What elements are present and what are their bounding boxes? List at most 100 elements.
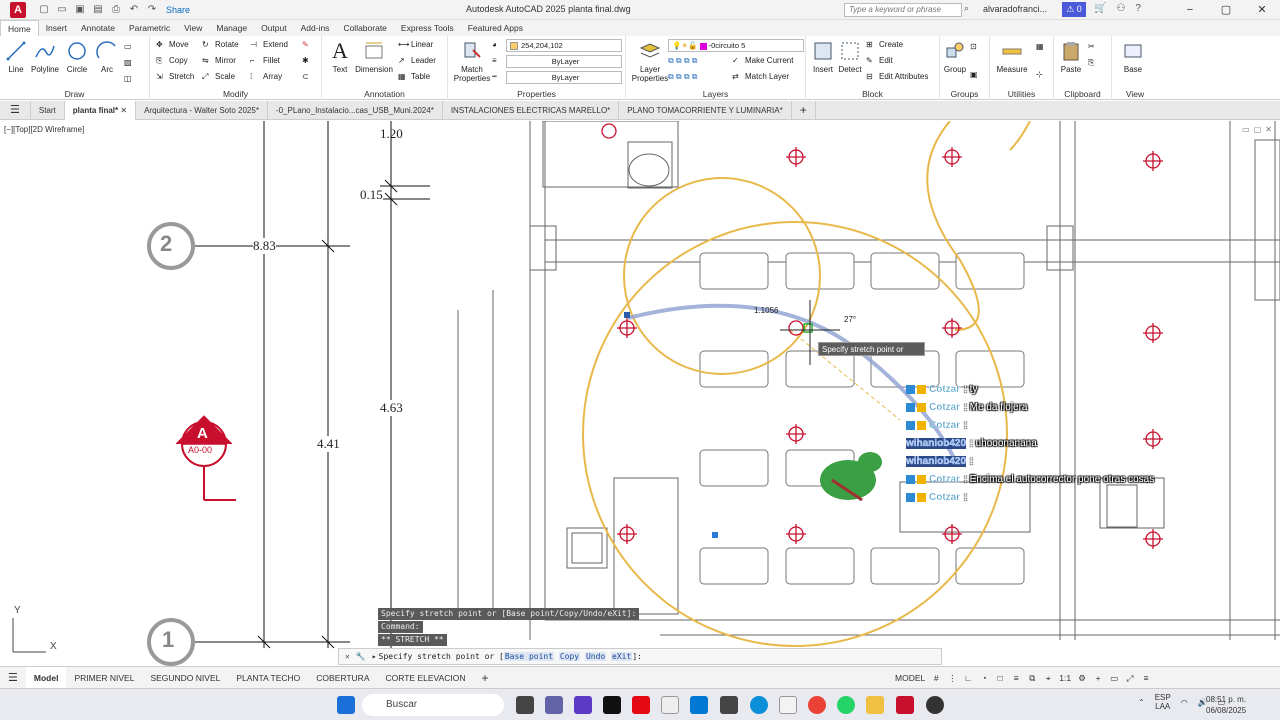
paste-button[interactable]: Paste [1058,40,1084,74]
fullscreen-icon[interactable]: ⤢ [1125,673,1135,684]
gradient-icon[interactable]: ◫ [124,74,132,83]
undo-icon[interactable]: ↶ [128,4,140,15]
new-tab-button[interactable]: + [792,100,816,120]
customize-menu-icon[interactable]: ≡ [1141,673,1151,683]
connect-icon[interactable]: ⚇ [1116,3,1125,14]
tab-parametric[interactable]: Parametric [122,20,177,36]
obs-icon[interactable] [926,696,944,714]
layout-tab-model[interactable]: Model [25,666,67,689]
scale-button[interactable]: ⤢ Scale [202,72,235,82]
snap-icon[interactable]: ⋮ [947,673,957,684]
make-current-button[interactable]: ✓ Make Current [732,56,793,66]
search-icon[interactable]: ⌕ [964,3,978,17]
language-indicator[interactable]: ESP LAA [1155,693,1171,711]
base-button[interactable]: Base [1120,40,1146,74]
match-layer-button[interactable]: ⇄ Match Layer [732,72,789,82]
print-icon[interactable]: ⎙ [110,4,122,15]
layout-tab[interactable]: PLANTA TECHO [228,667,308,689]
measure-button[interactable]: Measure [994,40,1030,74]
extend-button[interactable]: ⊣ Extend [250,40,288,50]
layout-tab[interactable]: SEGUNDO NIVEL [142,667,228,689]
taskbar-search[interactable]: Buscar [362,694,504,716]
user-account[interactable]: alvaradofranci... [983,4,1047,14]
minimize-button[interactable]: − [1172,0,1208,20]
layout-tab[interactable]: CORTE ELEVACION [378,667,474,689]
copy-button[interactable]: ⎘ Copy [156,56,188,66]
viewport-minimize-icon[interactable]: ▭ [1242,125,1250,134]
layout-menu-icon[interactable]: ☰ [0,667,26,689]
save-as-icon[interactable]: ▤ [92,4,104,15]
notepad-icon[interactable] [779,696,797,714]
notion-icon[interactable] [574,696,592,714]
layers-panel-title[interactable]: Layers [626,89,805,99]
ortho-icon[interactable]: ∟ [963,673,973,683]
quick-calc-icon[interactable]: ▦ [1036,42,1044,51]
model-space-toggle[interactable]: MODEL [895,673,925,683]
tab-output[interactable]: Output [254,20,294,36]
redo-icon[interactable]: ↷ [146,4,158,15]
group-select-icon[interactable]: ▣ [970,70,978,79]
erase-icon[interactable]: ✎ [302,40,309,49]
polar-icon[interactable]: ◔ [979,673,989,683]
layout-tab[interactable]: PRIMER NIVEL [66,667,142,689]
share-button[interactable]: Share [166,5,190,15]
modify-panel-title[interactable]: Modify [150,89,321,99]
file-tab[interactable]: Arquitectura - Walter Soto 2025* [136,100,268,120]
option-base-point[interactable]: Base point [503,652,555,661]
viewport-close-icon[interactable]: ✕ [1265,125,1272,134]
monitor-icon[interactable]: ▭ [1109,673,1119,684]
tab-insert[interactable]: Insert [39,20,74,36]
properties-panel-title[interactable]: Properties [448,89,625,99]
rectangle-icon[interactable]: ▭ [124,42,132,51]
leader-button[interactable]: ↗ Leader [398,56,436,66]
osnap-icon[interactable]: □ [995,673,1005,683]
file-tab[interactable]: PLANO TOMACORRIENTE Y LUMINARIA* [619,100,792,120]
lineweight-toggle-icon[interactable]: ≡ [1011,673,1021,683]
clipboard-panel-title[interactable]: Clipboard [1054,89,1111,99]
linear-button[interactable]: ⟷ Linear [398,40,433,50]
wifi-icon[interactable]: ◠ [1181,698,1188,707]
edge-icon[interactable] [750,696,768,714]
insert-button[interactable]: Insert [810,40,836,74]
file-tab-active[interactable]: planta final* ✕ [64,100,137,120]
annotation-panel-title[interactable]: Annotation [322,89,447,99]
chrome-icon[interactable] [808,696,826,714]
close-cmdline-icon[interactable]: ✕ [345,652,350,661]
new-icon[interactable]: ▢ [38,4,50,15]
grip-center[interactable] [712,532,718,538]
offset-icon[interactable]: ⊂ [302,72,309,81]
detect-button[interactable]: Detect [836,40,864,74]
command-line[interactable]: ✕ 🔧 ▸ Specify stretch point or [ Base po… [338,648,942,665]
tab-annotate[interactable]: Annotate [74,20,122,36]
app-menu-button[interactable]: A [10,1,26,18]
layer-state-icon[interactable]: ⧉ ⧉ ⧉ ⧉ [668,72,698,82]
table-button[interactable]: ▦ Table [398,72,430,82]
file-tab[interactable]: INSTALACIONES ELECTRICAS MARELLO* [443,100,620,120]
tab-manage[interactable]: Manage [209,20,254,36]
add-icon[interactable]: + [1093,673,1103,683]
color-select[interactable]: 254,204,102 [506,39,622,52]
layer-tools-icon[interactable]: ⧉ ⧉ ⧉ ⧉ [668,56,698,66]
create-block-button[interactable]: ⊞ Create [866,40,903,50]
layer-select[interactable]: 💡☀🔓 -0circuito 5 [668,39,804,52]
grip-start[interactable] [624,312,630,318]
file-explorer-icon[interactable] [866,696,884,714]
tab-view[interactable]: View [177,20,209,36]
tab-home[interactable]: Home [0,20,39,36]
mirror-button[interactable]: ⇋ Mirror [202,56,236,66]
view-panel-title[interactable]: View [1112,89,1158,99]
tab-collaborate[interactable]: Collaborate [336,20,393,36]
tiktok-icon[interactable] [603,696,621,714]
stretch-button[interactable]: ⇲ Stretch [156,72,194,82]
rotate-button[interactable]: ↻ Rotate [202,40,239,50]
option-copy[interactable]: Copy [558,652,581,661]
text-button[interactable]: A Text [328,40,352,75]
tray-chevron-icon[interactable]: ⌃ [1138,698,1145,707]
groups-panel-title[interactable]: Groups [940,89,989,99]
fillet-button[interactable]: ⌐ Fillet [250,56,280,66]
edit-block-button[interactable]: ✎ Edit [866,56,893,66]
match-properties-button[interactable]: Match Properties [452,40,492,83]
cut-icon[interactable]: ✂ [1088,42,1095,51]
line-button[interactable]: Line [5,40,27,74]
add-layout-button[interactable]: + [473,667,496,689]
